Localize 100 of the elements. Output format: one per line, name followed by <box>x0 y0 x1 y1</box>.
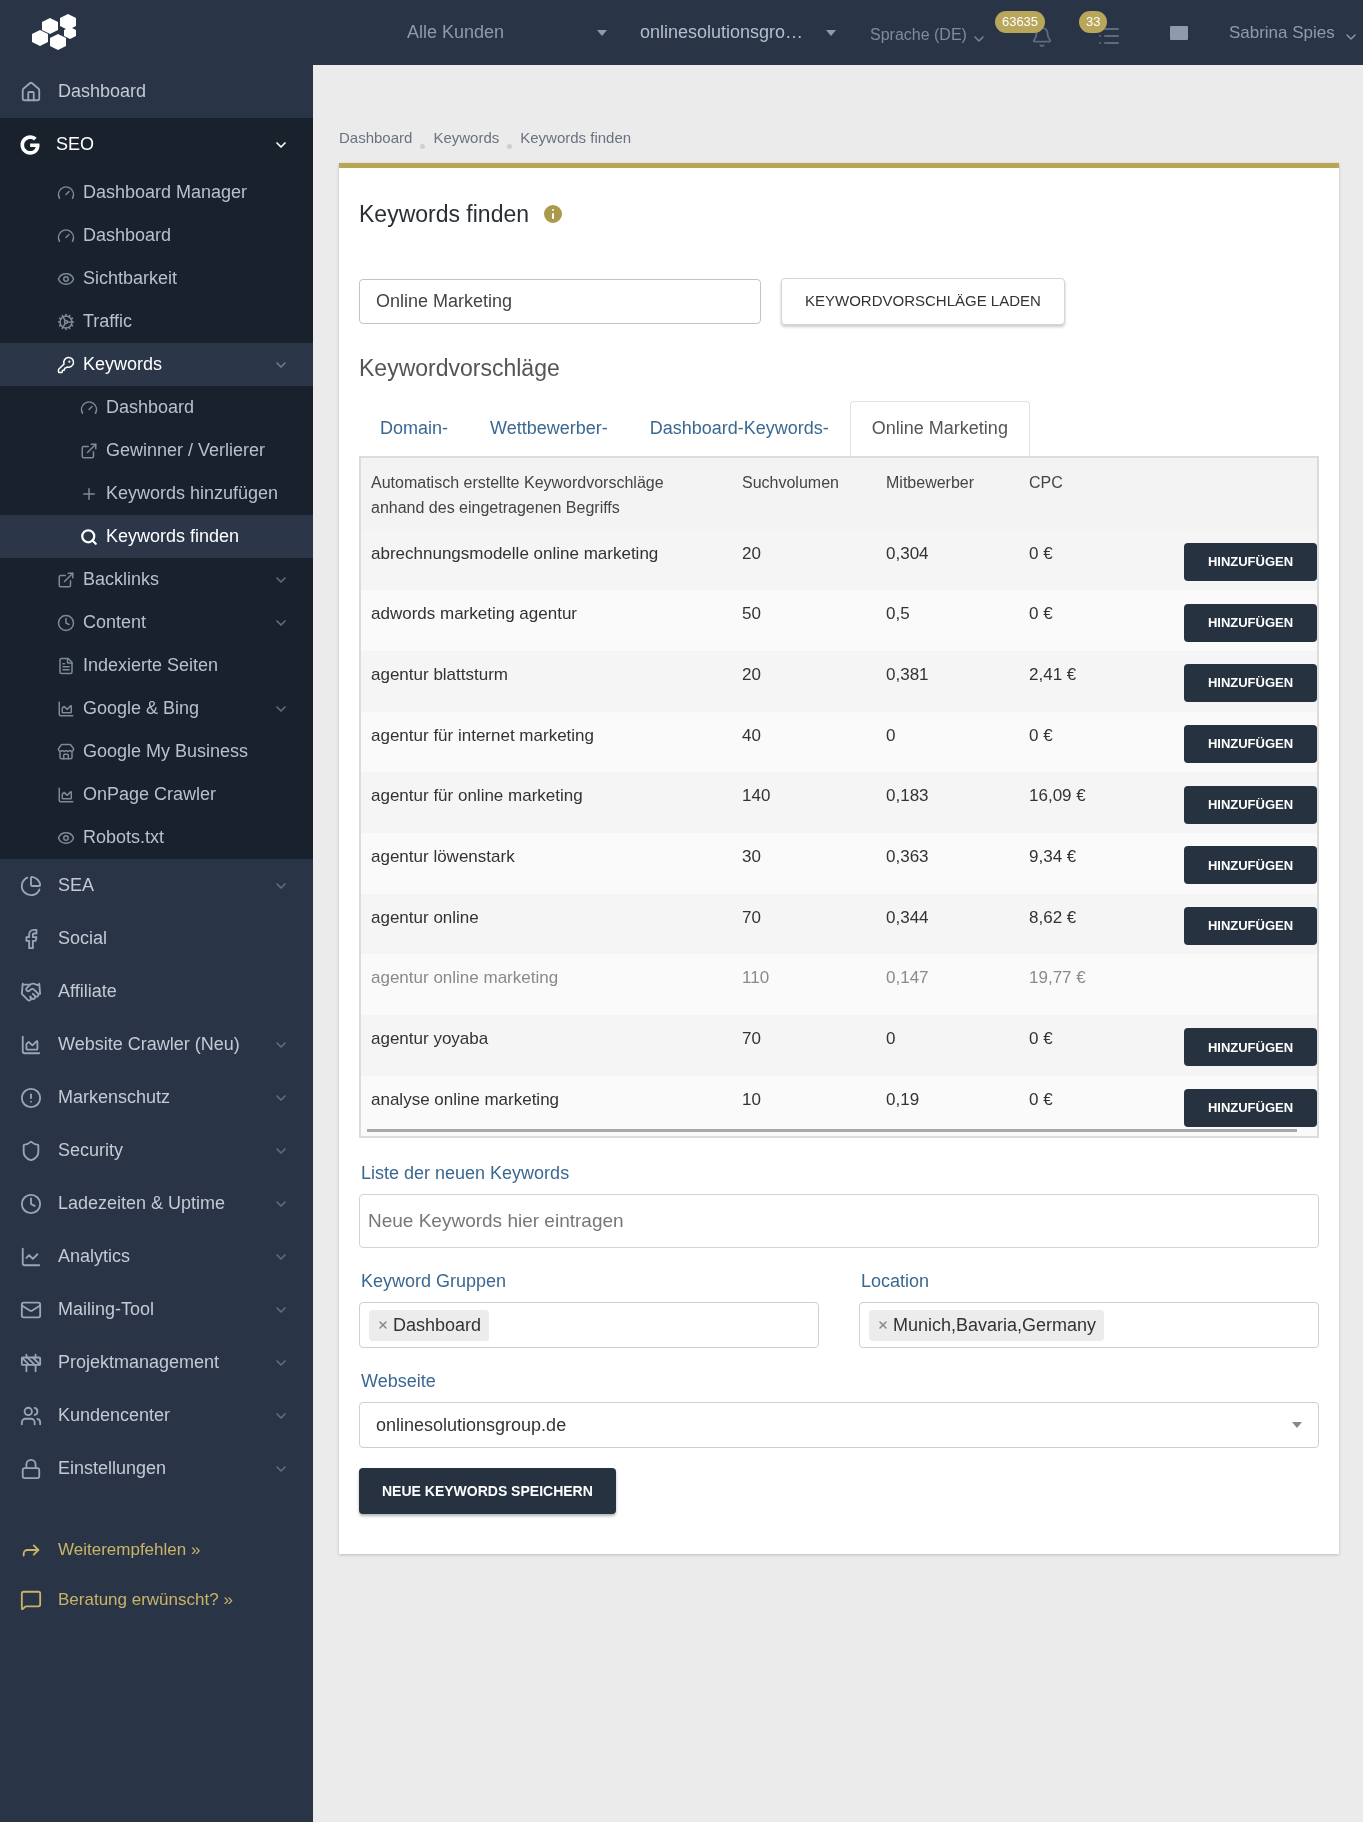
add-button[interactable]: HINZUFÜGEN <box>1184 846 1317 885</box>
card-title: Keywords finden <box>359 199 530 229</box>
table-cell-text: 70 <box>742 1028 762 1050</box>
add-button[interactable]: HINZUFÜGEN <box>1184 1089 1317 1128</box>
sidebar-item[interactable]: Google & Bing <box>0 687 313 730</box>
area-chart-icon <box>20 1033 42 1056</box>
table-cell-text: agentur yoyaba <box>370 1028 490 1050</box>
home-icon <box>20 80 42 103</box>
table-cell-text: analyse online marketing <box>370 1088 561 1111</box>
sidebar-item[interactable]: Dashboard <box>0 65 313 118</box>
keyword-groups-field[interactable]: Dashboard <box>359 1302 819 1349</box>
table-cell-text: 0,19 <box>886 1088 921 1111</box>
chat-bubbles-icon <box>20 1589 42 1611</box>
column-header: Automatisch erstellte Keywordvorschläge anhand des eingetragenen Begriffs <box>370 472 665 518</box>
sidebar-item[interactable]: Ladezeiten & Uptime <box>0 1177 313 1230</box>
close-icon[interactable] <box>877 1319 889 1332</box>
sidebar-item[interactable]: Analytics <box>0 1230 313 1283</box>
sidebar-item[interactable]: Indexierte Seiten <box>0 644 313 687</box>
customer-select[interactable]: Alle Kunden <box>407 19 607 46</box>
table-cell-text: adwords marketing agentur <box>370 603 578 626</box>
gauge-icon <box>80 398 98 417</box>
load-suggestions-button[interactable]: KEYWORDVORSCHLÄGE LADEN <box>781 278 1065 325</box>
breadcrumb-link[interactable]: Dashboard <box>339 126 413 149</box>
sidebar-item[interactable]: Google My Business <box>0 730 313 773</box>
google-icon <box>20 134 40 155</box>
close-icon[interactable] <box>377 1319 389 1332</box>
table-cell-text: agentur online marketing <box>370 967 560 990</box>
tab[interactable]: Online Marketing <box>849 400 1030 456</box>
sidebar-item[interactable]: Keywords finden <box>0 515 313 558</box>
user-menu[interactable]: Sabrina Spies <box>1228 19 1359 46</box>
sidebar-item[interactable]: SEA <box>0 859 313 912</box>
field-label: Webseite <box>360 1370 437 1394</box>
table-cell-text: agentur für internet marketing <box>370 724 595 747</box>
add-button[interactable]: HINZUFÜGEN <box>1184 785 1317 824</box>
location-field[interactable]: Munich,Bavaria,Germany <box>859 1302 1319 1349</box>
project-select[interactable]: onlinesolutionsgro… <box>640 19 836 46</box>
caret-icon <box>1292 1422 1302 1429</box>
sidebar-item[interactable]: Social <box>0 912 313 965</box>
add-button[interactable]: HINZUFÜGEN <box>1184 664 1317 703</box>
sidebar-item[interactable]: Dashboard <box>0 386 313 429</box>
sidebar-item[interactable]: Keywords hinzufügen <box>0 472 313 515</box>
bell-icon[interactable] <box>1030 25 1053 48</box>
external-link-icon <box>57 570 75 589</box>
sidebar-item[interactable]: Website Crawler (Neu) <box>0 1018 313 1071</box>
table-cell-text: 0 € <box>1029 603 1054 626</box>
table-cell-text: 16,09 € <box>1029 785 1087 808</box>
sidebar-item[interactable]: Markenschutz <box>0 1071 313 1124</box>
external-link-icon <box>80 441 98 460</box>
keyword-input[interactable]: Online Marketing <box>359 279 761 324</box>
sidebar-item[interactable]: Traffic <box>0 300 313 343</box>
table-cell-text: 2,41 € <box>1029 663 1078 686</box>
tab[interactable]: Dashboard-Keywords- <box>628 400 850 456</box>
sidebar-item[interactable]: Gewinner / Verlierer <box>0 429 313 472</box>
table-cell-text: 0,183 <box>886 785 930 808</box>
table-cell-text: agentur löwenstark <box>370 845 516 868</box>
sidebar-item[interactable]: SEO <box>0 118 313 171</box>
table-cell-text: 140 <box>742 785 772 808</box>
table-cell-text: 50 <box>742 603 762 626</box>
sidebar-item[interactable]: Robots.txt <box>0 816 313 859</box>
sidebar-link[interactable]: Beratung erwünscht? » <box>0 1575 313 1625</box>
sidebar-item[interactable]: Keywords <box>0 343 313 386</box>
new-keywords-field[interactable]: Neue Keywords hier eintragen <box>359 1194 1319 1249</box>
sidebar-link[interactable]: Weiterempfehlen » <box>0 1525 313 1575</box>
sidebar-item[interactable]: Mailing-Tool <box>0 1283 313 1336</box>
sidebar-item[interactable]: Einstellungen <box>0 1442 313 1495</box>
table-cell-text: 0,344 <box>886 906 930 929</box>
gauge-icon <box>57 226 75 245</box>
tab[interactable]: Wettbewerber- <box>469 400 629 456</box>
line-chart-icon <box>20 1245 42 1268</box>
sidebar-item[interactable]: Kundencenter <box>0 1389 313 1442</box>
website-select[interactable]: onlinesolutionsgroup.de <box>359 1402 1319 1449</box>
sidebar-item[interactable]: Affiliate <box>0 965 313 1018</box>
add-button[interactable]: HINZUFÜGEN <box>1184 724 1317 763</box>
table-cell-text: abrechnungsmodelle online marketing <box>370 542 660 565</box>
sidebar-item[interactable]: OnPage Crawler <box>0 773 313 816</box>
store-icon <box>57 742 75 761</box>
tab[interactable]: Domain- <box>359 400 470 456</box>
sidebar-item[interactable]: Content <box>0 601 313 644</box>
area-chart-icon <box>57 699 75 718</box>
sidebar-item[interactable]: Sichtbarkeit <box>0 257 313 300</box>
sidebar-item[interactable]: Backlinks <box>0 558 313 601</box>
add-button[interactable]: HINZUFÜGEN <box>1184 906 1317 945</box>
sidebar-item[interactable]: Dashboard <box>0 214 313 257</box>
column-header: Mitbewerber <box>886 472 976 493</box>
sidebar-item[interactable]: Projektmanagement <box>0 1336 313 1389</box>
clock-icon <box>57 613 75 632</box>
table-cell-text: 0 € <box>1029 542 1054 565</box>
tag: Munich,Bavaria,Germany <box>869 1309 1105 1341</box>
table-cell-text: 9,34 € <box>1029 845 1078 868</box>
add-button[interactable]: HINZUFÜGEN <box>1184 542 1317 581</box>
gauge-icon <box>57 183 75 202</box>
add-button[interactable]: HINZUFÜGEN <box>1184 603 1317 642</box>
add-button[interactable]: HINZUFÜGEN <box>1184 1028 1317 1067</box>
field-label: Liste der neuen Keywords <box>360 1162 571 1186</box>
sidebar-item[interactable]: Dashboard Manager <box>0 171 313 214</box>
breadcrumb-link[interactable]: Keywords <box>433 126 500 149</box>
language-select[interactable]: Sprache (DE) <box>870 18 987 47</box>
breadcrumb-link[interactable]: Keywords finden <box>520 126 632 149</box>
sidebar-item[interactable]: Security <box>0 1124 313 1177</box>
save-keywords-button[interactable]: NEUE KEYWORDS SPEICHERN <box>359 1468 616 1515</box>
